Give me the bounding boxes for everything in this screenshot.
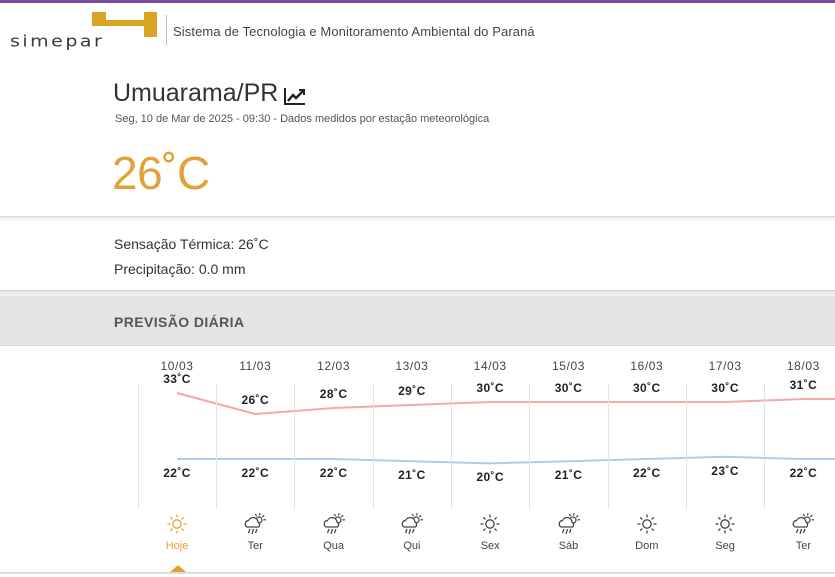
line-chart-icon[interactable] <box>284 87 306 105</box>
max-temperature-label: 26˚C <box>241 393 270 407</box>
logo-wordmark: simepar <box>10 33 104 51</box>
precipitation: Precipitação: 0.0 mm <box>114 261 246 277</box>
section-divider <box>0 216 835 224</box>
feels-like: Sensação Térmica: 26˚C <box>114 236 269 252</box>
day-date: 17/03 <box>708 359 742 373</box>
sun-icon[interactable] <box>634 512 660 536</box>
day-tab-label[interactable]: Ter <box>225 540 285 552</box>
city-row: Umuarama/PR <box>113 79 306 108</box>
day-separator <box>764 384 766 509</box>
max-temperature-label: 30˚C <box>554 381 583 395</box>
header-subtitle: Sistema de Tecnologia e Monitoramento Am… <box>173 24 535 39</box>
day-date: 16/03 <box>630 359 664 373</box>
day-separator <box>216 384 218 509</box>
day-tab-label[interactable]: Dom <box>617 540 677 552</box>
day-date: 12/03 <box>317 359 351 373</box>
cloud-rain-sun-icon[interactable] <box>790 512 816 536</box>
min-temperature-label: 22˚C <box>163 466 191 480</box>
max-temperature-label: 28˚C <box>319 387 348 401</box>
min-temperature-label: 20˚C <box>476 470 504 485</box>
max-temperature-label: 30˚C <box>476 381 504 395</box>
daily-forecast-title: PREVISÃO DIÁRIA <box>114 314 245 330</box>
cloud-rain-sun-icon[interactable] <box>399 512 425 536</box>
cloud-rain-sun-icon[interactable] <box>321 512 347 536</box>
max-temperature-label: 30˚C <box>711 381 739 395</box>
min-temperature-label: 22˚C <box>789 466 818 480</box>
min-temperature-label: 22˚C <box>632 466 661 480</box>
cloud-rain-sun-icon[interactable] <box>242 512 268 536</box>
day-date: 13/03 <box>395 359 429 373</box>
day-separator <box>685 384 687 509</box>
max-temperature-label: 33˚C <box>163 372 191 386</box>
day-date: 15/03 <box>551 359 586 373</box>
forecast-bottom-border <box>0 572 835 574</box>
cloud-rain-sun-icon[interactable] <box>556 512 582 536</box>
day-tab-label[interactable]: Sáb <box>539 540 599 552</box>
daily-forecast-header: PREVISÃO DIÁRIA <box>0 296 835 346</box>
day-separator <box>451 384 453 509</box>
min-temperature-label: 22˚C <box>241 466 270 480</box>
min-temperature-label: 22˚C <box>319 466 348 480</box>
min-temperature-label: 21˚C <box>554 468 583 483</box>
day-date: 18/03 <box>786 359 820 373</box>
min-temperature-label: 23˚C <box>711 463 739 478</box>
day-separator <box>372 384 374 509</box>
day-separator <box>137 384 139 509</box>
sun-icon[interactable] <box>164 512 190 536</box>
day-tab-label[interactable]: Seg <box>695 540 755 552</box>
max-temperature-label: 30˚C <box>632 381 661 395</box>
max-temperature-label: 31˚C <box>789 378 818 392</box>
day-separator <box>294 384 296 509</box>
day-separator <box>607 384 609 509</box>
simepar-logo[interactable]: simepar <box>10 11 160 51</box>
observation-date: Seg, 10 de Mar de 2025 - 09:30 - Dados m… <box>115 113 490 125</box>
daily-forecast: 10/03 33˚C 22˚C Hoje 11/03 26˚C 22˚C Ter 12/03 28… <box>0 346 835 577</box>
sun-icon[interactable] <box>477 512 503 536</box>
min-temperature-line <box>177 455 835 465</box>
day-tab-label[interactable]: Sex <box>460 540 520 552</box>
day-date: 11/03 <box>239 359 272 373</box>
day-date: 14/03 <box>473 359 507 373</box>
current-temperature: 26˚C <box>112 147 210 199</box>
site-header: simepar Sistema de Tecnologia e Monitora… <box>0 3 835 58</box>
min-temperature-label: 21˚C <box>398 468 426 483</box>
day-tab-label[interactable]: Qui <box>382 540 442 552</box>
day-date: 10/03 <box>160 359 194 373</box>
max-temperature-label: 29˚C <box>398 384 426 398</box>
day-separator <box>529 384 531 509</box>
sun-icon[interactable] <box>712 512 738 536</box>
city-name: Umuarama/PR <box>113 79 279 107</box>
day-tab-label[interactable]: Qua <box>304 540 364 552</box>
day-tab-label[interactable]: Hoje <box>147 540 207 552</box>
header-divider <box>166 15 167 45</box>
selected-day-marker <box>170 565 186 572</box>
day-tab-label[interactable]: Ter <box>773 540 833 552</box>
